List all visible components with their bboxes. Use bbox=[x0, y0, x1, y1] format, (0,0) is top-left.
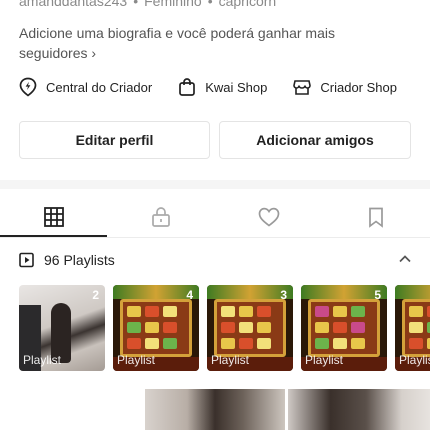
gender: Feminino bbox=[144, 0, 202, 9]
playlist-thumb[interactable]: 3 Playlist bbox=[207, 285, 293, 371]
thumb-image-reels bbox=[214, 299, 286, 357]
creator-shop-link[interactable]: Criador Shop bbox=[292, 77, 397, 97]
add-friends-button[interactable]: Adicionar amigos bbox=[219, 121, 411, 159]
lock-icon bbox=[151, 206, 170, 227]
meta-dot: • bbox=[207, 0, 213, 9]
shop-store-icon bbox=[293, 80, 312, 95]
heart-icon bbox=[258, 207, 279, 227]
chevron-right-icon: › bbox=[91, 45, 97, 61]
playlist-video-count: 3 bbox=[280, 288, 287, 302]
video-grid bbox=[145, 389, 430, 430]
zodiac-sign: capricorn bbox=[218, 0, 277, 9]
playlist-icon bbox=[19, 252, 34, 268]
playlist-tag: Playlist bbox=[305, 353, 344, 367]
kwai-shop-link[interactable]: Kwai Shop bbox=[177, 77, 267, 97]
thumb-image-reels bbox=[120, 299, 192, 357]
meta-dot: • bbox=[133, 0, 139, 9]
bio-prompt[interactable]: Adicione uma biografia e você poderá gan… bbox=[19, 23, 359, 63]
tab-private[interactable] bbox=[107, 195, 214, 238]
bulb-pin-icon bbox=[19, 77, 37, 97]
thumb-image-reels bbox=[402, 299, 430, 357]
thumb-image-reels bbox=[308, 299, 380, 357]
bookmark-icon bbox=[368, 207, 383, 228]
profile-meta-line: amanddantas243 • Feminino • capricorn bbox=[19, 0, 276, 9]
tab-liked[interactable] bbox=[215, 195, 322, 238]
playlist-video-count: 5 bbox=[374, 288, 381, 302]
creator-center-label: Central do Criador bbox=[46, 79, 153, 95]
active-tab-indicator bbox=[0, 235, 107, 237]
edit-profile-button[interactable]: Editar perfil bbox=[19, 121, 210, 159]
profile-tabs bbox=[0, 195, 430, 238]
creator-center-link[interactable]: Central do Criador bbox=[18, 77, 152, 97]
playlist-thumb[interactable]: 5 Playlist bbox=[301, 285, 387, 371]
section-divider bbox=[0, 180, 430, 189]
bio-prompt-text: Adicione uma biografia e você poderá gan… bbox=[19, 25, 335, 61]
tab-saved[interactable] bbox=[322, 195, 429, 238]
playlist-tag: Playlist bbox=[211, 353, 250, 367]
tab-grid[interactable] bbox=[0, 195, 107, 238]
playlist-video-count: 4 bbox=[186, 288, 193, 302]
shopping-bag-icon bbox=[179, 78, 196, 96]
playlist-thumb[interactable]: 4 Playlist bbox=[113, 285, 199, 371]
playlist-thumb[interactable]: 2 Playlist bbox=[19, 285, 105, 371]
playlist-carousel: 2 Playlist 4 Playlist 3 Playlist 5 Playl… bbox=[19, 285, 430, 371]
chevron-up-icon[interactable] bbox=[398, 252, 412, 266]
playlist-thumb[interactable]: Playlis bbox=[395, 285, 430, 371]
username: amanddantas243 bbox=[19, 0, 128, 9]
video-thumb[interactable] bbox=[288, 389, 430, 430]
thumb-image-detail bbox=[395, 285, 430, 299]
creator-shop-label: Criador Shop bbox=[320, 79, 397, 95]
grid-icon bbox=[43, 206, 64, 227]
playlist-tag: Playlist bbox=[117, 353, 156, 367]
creator-links: Central do Criador Kwai Shop Criador Sho… bbox=[18, 77, 422, 97]
playlists-count-label: 96 Playlists bbox=[44, 252, 115, 268]
playlist-tag: Playlist bbox=[23, 353, 62, 367]
playlist-video-count: 2 bbox=[92, 288, 99, 302]
playlist-tag: Playlis bbox=[399, 353, 430, 367]
playlists-header[interactable]: 96 Playlists bbox=[18, 250, 418, 270]
kwai-shop-label: Kwai Shop bbox=[205, 79, 268, 95]
video-thumb[interactable] bbox=[145, 389, 285, 430]
